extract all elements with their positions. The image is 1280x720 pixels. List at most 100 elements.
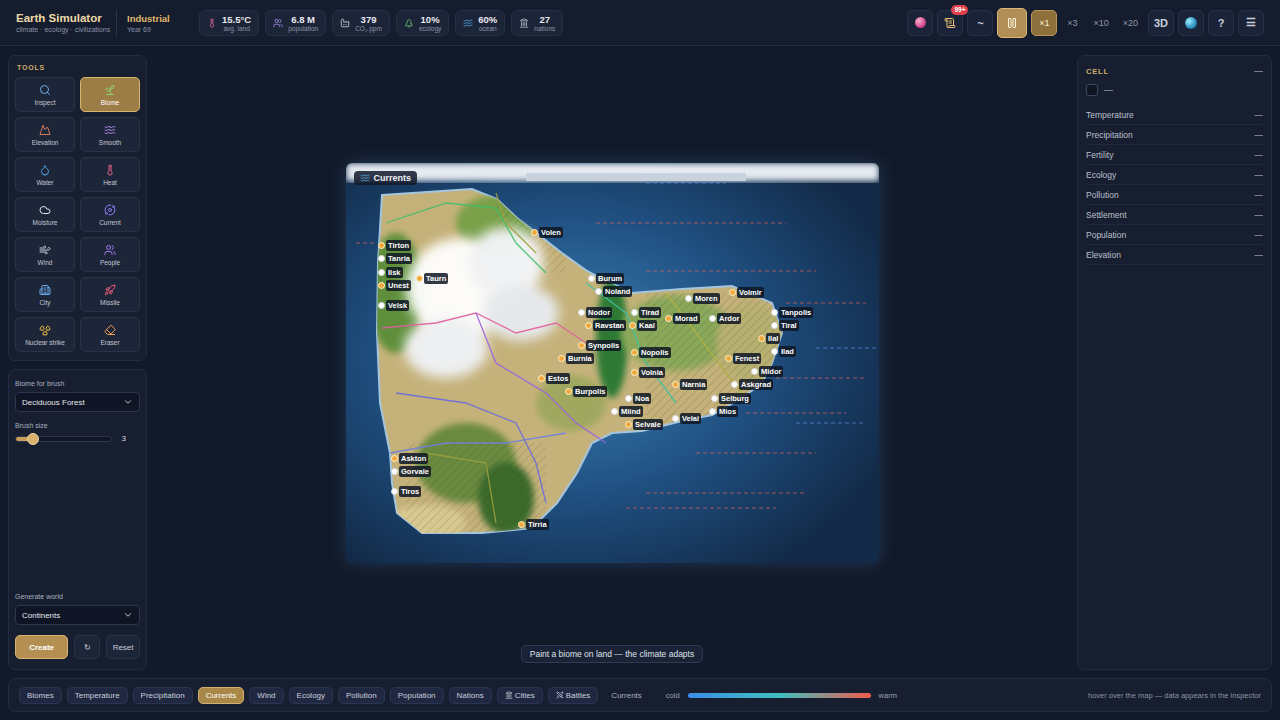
city-pin[interactable]: Mios	[709, 405, 738, 418]
tool-button[interactable]: Smooth	[80, 117, 140, 152]
city-pin[interactable]: Morad	[665, 312, 700, 325]
city-pin[interactable]: Narnia	[672, 378, 707, 391]
layer-tab[interactable]: Population	[390, 687, 444, 704]
layer-tab[interactable]: Ecology	[289, 687, 333, 704]
layer-tab[interactable]: Temperature	[67, 687, 128, 704]
city-pin[interactable]: Unest	[378, 279, 411, 292]
create-button[interactable]: Create	[15, 635, 68, 659]
city-pin[interactable]: Tiral	[771, 319, 799, 332]
city-pin[interactable]: Kaal	[629, 319, 657, 332]
city-pin[interactable]: Nopolis	[631, 346, 671, 359]
tool-button[interactable]: Nuclear strike	[15, 317, 75, 352]
layer-tab[interactable]: Wind	[249, 687, 283, 704]
city-pin[interactable]: Ilad	[771, 345, 796, 358]
layer-tab[interactable]: Precipitation	[133, 687, 193, 704]
city-pin[interactable]: Noa	[625, 392, 651, 405]
speed-button[interactable]: ×1	[1031, 10, 1057, 36]
tool-button[interactable]: Heat	[80, 157, 140, 192]
layer-tab[interactable]: Cities	[497, 687, 543, 704]
world-map[interactable]	[346, 163, 879, 563]
tool-button[interactable]: Missile	[80, 277, 140, 312]
layer-tab[interactable]: Nations	[449, 687, 492, 704]
speed-button[interactable]: ×20	[1117, 10, 1144, 36]
city-pin[interactable]: Tiros	[391, 485, 421, 498]
city-label: Askton	[399, 453, 428, 464]
city-pin[interactable]: Askton	[391, 452, 428, 465]
city-pin[interactable]: Tanpolis	[771, 306, 813, 319]
city-pin[interactable]: Ilsk	[378, 266, 403, 279]
cell-value: —	[1104, 85, 1113, 95]
trend-button[interactable]: ~	[967, 10, 993, 36]
help-button[interactable]: ?	[1208, 10, 1234, 36]
city-marker	[378, 269, 385, 276]
city-pin[interactable]: Nodor	[578, 306, 612, 319]
city-pin[interactable]: Tirad	[631, 306, 661, 319]
city-pin[interactable]: Velsk	[378, 299, 409, 312]
speed-button[interactable]: ×3	[1059, 10, 1085, 36]
globe-button[interactable]	[1178, 10, 1204, 36]
city-pin[interactable]: Volen	[531, 226, 563, 239]
city-pin[interactable]: Volmir	[729, 286, 764, 299]
tool-button[interactable]: Wind	[15, 237, 75, 272]
speed-button[interactable]: ×10	[1087, 10, 1114, 36]
city-label: Askgrad	[739, 379, 773, 390]
events-button[interactable]: 99+	[937, 10, 963, 36]
city-pin[interactable]: Ravstan	[585, 319, 626, 332]
slider-thumb[interactable]	[27, 433, 39, 445]
city-label: Ilad	[779, 346, 796, 357]
inspector-value: —	[1255, 250, 1264, 260]
biome-select[interactable]: Deciduous Forest	[15, 392, 140, 412]
city-pin[interactable]: Synpolis	[578, 339, 621, 352]
city-pin[interactable]: Noland	[595, 285, 632, 298]
planet-button[interactable]	[907, 10, 933, 36]
reset-button[interactable]: Reset	[106, 635, 140, 659]
city-marker	[595, 288, 602, 295]
city-pin[interactable]: Selvale	[625, 418, 663, 431]
city-label: Selvale	[633, 419, 663, 430]
reroll-button[interactable]: ↻	[74, 635, 100, 659]
divider	[116, 10, 117, 36]
tool-button[interactable]: Water	[15, 157, 75, 192]
pause-button[interactable]	[997, 8, 1027, 38]
tool-button[interactable]: Biome	[80, 77, 140, 112]
city-pin[interactable]: Askgrad	[731, 378, 773, 391]
city-pin[interactable]: Fenest	[725, 352, 761, 365]
tool-button[interactable]: Current	[80, 197, 140, 232]
map-frame[interactable]: CurrentsTirtonTanriaIlskUnestVelskTaurnV…	[346, 163, 879, 563]
layer-tab[interactable]: Biomes	[19, 687, 62, 704]
controls: 99+~ ×1×3×10×203D?☰	[907, 8, 1264, 38]
layer-tab[interactable]: Battles	[548, 687, 598, 704]
city-pin[interactable]: Selburg	[711, 392, 751, 405]
city-label: Unest	[386, 280, 411, 291]
tool-button[interactable]: City	[15, 277, 75, 312]
city-pin[interactable]: Tanria	[378, 252, 412, 265]
city-marker	[531, 229, 538, 236]
city-pin[interactable]: Volnia	[631, 366, 665, 379]
view-button[interactable]: 3D	[1148, 10, 1174, 36]
city-pin[interactable]: Burum	[588, 272, 624, 285]
city-pin[interactable]: Estos	[538, 372, 570, 385]
city-pin[interactable]: Burnia	[558, 352, 594, 365]
tool-button[interactable]: Moisture	[15, 197, 75, 232]
tool-button[interactable]: Eraser	[80, 317, 140, 352]
city-pin[interactable]: Ilal	[758, 332, 780, 345]
collapse-button[interactable]: —	[1254, 66, 1263, 76]
tool-button[interactable]: People	[80, 237, 140, 272]
city-pin[interactable]: Burpolis	[565, 385, 607, 398]
preset-select[interactable]: Continents	[15, 605, 140, 625]
brush-size-slider[interactable]	[15, 436, 112, 442]
tool-button[interactable]: Elevation	[15, 117, 75, 152]
city-pin[interactable]: Tirton	[378, 239, 411, 252]
layer-tab[interactable]: Pollution	[338, 687, 385, 704]
layer-tab[interactable]: Currents	[198, 687, 245, 704]
city-pin[interactable]: Moren	[685, 292, 720, 305]
city-pin[interactable]: Ardor	[709, 312, 741, 325]
city-pin[interactable]: Tirria	[518, 518, 549, 531]
city-pin[interactable]: Taurn	[416, 272, 448, 285]
city-pin[interactable]: Miind	[611, 405, 643, 418]
menu-button[interactable]: ☰	[1238, 10, 1264, 36]
tool-button[interactable]: Inspect	[15, 77, 75, 112]
city-pin[interactable]: Midor	[751, 365, 783, 378]
city-pin[interactable]: Velai	[672, 412, 701, 425]
city-pin[interactable]: Gorvale	[391, 465, 431, 478]
